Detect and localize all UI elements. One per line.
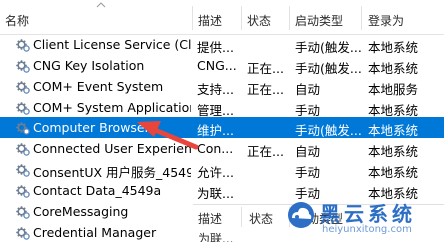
- service-startup-type: 手动: [295, 102, 321, 118]
- service-description: Con...: [197, 141, 234, 157]
- service-gear-icon: [15, 37, 31, 53]
- service-log-on-as: 本地系统: [368, 60, 419, 76]
- service-row[interactable]: Connected User Experien... Con... 正在... 自动 本…: [0, 138, 444, 159]
- service-row[interactable]: COM+ Event System 支持... 正在... 自动 本地服务: [0, 76, 444, 97]
- service-row[interactable]: CNG Key Isolation CNG... 正在... 手动(触发... 本地系统: [0, 55, 444, 76]
- column-description[interactable]: 描述: [198, 12, 222, 29]
- column-divider[interactable]: [192, 6, 193, 30]
- service-gear-icon: [15, 141, 31, 157]
- column-startup-type[interactable]: 启动类型: [295, 12, 343, 29]
- sort-ascending-icon: [96, 2, 106, 8]
- service-startup-type: 手动(触发...: [295, 60, 361, 76]
- service-name: COM+ System Application: [33, 99, 191, 115]
- service-log-on-as: 本地系统: [368, 123, 419, 139]
- service-name: ConsentUX 用户服务_4549a: [33, 165, 191, 181]
- column-divider[interactable]: [241, 6, 242, 30]
- service-name: CNG Key Isolation: [33, 57, 145, 73]
- watermark-title: 黑云系统: [320, 202, 416, 226]
- services-window: 名称 描述 状态 启动类型 登录为 Client License Service…: [0, 0, 444, 242]
- service-log-on-as: 本地系统: [368, 144, 419, 160]
- service-name: CoreMessaging: [33, 203, 129, 219]
- service-name: Credential Manager: [33, 224, 157, 240]
- service-gear-icon: [15, 58, 31, 74]
- column-description[interactable]: 描述: [198, 210, 222, 227]
- service-row[interactable]: COM+ System Application 管理... 手动 本地系统: [0, 97, 444, 118]
- service-gear-icon: [15, 79, 31, 95]
- service-description: 管理...: [197, 102, 234, 118]
- column-name[interactable]: 名称: [5, 12, 29, 29]
- service-status: 正在...: [247, 60, 284, 76]
- service-log-on-as: 本地服务: [368, 81, 419, 97]
- service-log-on-as: 本地系统: [368, 165, 419, 181]
- service-name: Computer Browser: [33, 120, 150, 136]
- service-name: Connected User Experien...: [33, 141, 191, 157]
- service-description: 维护...: [197, 123, 234, 139]
- service-gear-icon: [15, 225, 31, 241]
- service-row[interactable]: Computer Browser 维护... 手动(触发... 本地系统: [0, 117, 444, 138]
- service-name: COM+ Event System: [33, 78, 164, 94]
- service-gear-icon: [15, 183, 31, 199]
- column-status[interactable]: 状态: [247, 12, 271, 29]
- column-divider[interactable]: [241, 207, 242, 227]
- service-gear-icon: [15, 162, 31, 178]
- service-description: 允许...: [197, 165, 234, 181]
- column-divider[interactable]: [289, 6, 290, 30]
- service-startup-type: 手动(触发...: [295, 123, 361, 139]
- service-row[interactable]: Client License Service (Cli... 提供... 手动(触发…: [0, 34, 444, 55]
- service-startup-type: 手动: [295, 165, 321, 181]
- service-description: CNG...: [197, 57, 237, 73]
- partial-row-description: 为联...: [198, 232, 234, 242]
- service-log-on-as: 本地系统: [368, 102, 419, 118]
- service-gear-icon: [15, 204, 31, 220]
- column-status[interactable]: 状态: [249, 210, 273, 227]
- service-description: 提供...: [197, 40, 234, 55]
- service-name: Client License Service (Cli...: [33, 37, 191, 52]
- service-gear-icon: [15, 100, 31, 116]
- service-status: 正在...: [247, 144, 284, 160]
- service-startup-type: 自动: [295, 144, 321, 160]
- service-startup-type: 手动(触发...: [295, 40, 361, 55]
- service-description: 为联...: [197, 185, 234, 201]
- service-description: 支持...: [197, 81, 234, 97]
- service-status: 正在...: [247, 81, 284, 97]
- service-row[interactable]: ConsentUX 用户服务_4549a 允许... 手动 本地系统: [0, 159, 444, 180]
- watermark: 黑云系统 heiyunxitong.com: [286, 196, 444, 242]
- column-header: 名称 描述 状态 启动类型 登录为: [0, 0, 444, 35]
- service-name: Contact Data_4549a: [33, 182, 162, 198]
- service-startup-type: 自动: [295, 81, 321, 97]
- service-log-on-as: 本地系统: [368, 40, 419, 55]
- column-log-on-as[interactable]: 登录为: [368, 12, 404, 29]
- column-divider[interactable]: [361, 6, 362, 30]
- cloud-logo-icon: [288, 202, 314, 228]
- watermark-url: heiyunxitong.com: [322, 224, 412, 235]
- service-gear-icon: [15, 120, 31, 136]
